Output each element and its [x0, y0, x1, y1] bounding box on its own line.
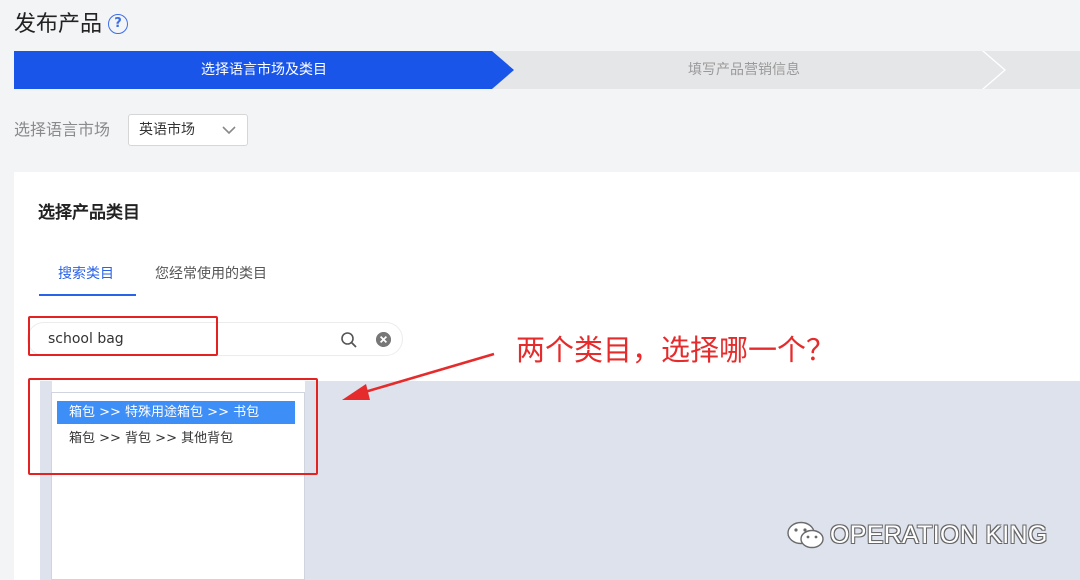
tab-frequently-used-category[interactable]: 您经常使用的类目 [155, 264, 267, 284]
help-icon[interactable]: ? [108, 14, 128, 34]
step-2-fill-marketing-info: 填写产品营销信息 [484, 51, 1004, 89]
step-1-select-market-category: 选择语言市场及类目 [14, 51, 514, 89]
tab-search-category[interactable]: 搜索类目 [58, 264, 114, 284]
market-select-value: 英语市场 [139, 122, 195, 138]
watermark-text: OPERATION KING [830, 521, 1048, 549]
annotation-highlight-results [28, 378, 318, 475]
page-title: 发布产品 [14, 12, 103, 37]
panel-title: 选择产品类目 [38, 203, 140, 223]
wechat-logo-icon [787, 521, 824, 549]
active-tab-underline [39, 294, 136, 296]
chevron-down-icon [222, 126, 236, 135]
market-select[interactable]: 英语市场 [128, 114, 248, 146]
annotation-question: 两个类目，选择哪一个？ [516, 333, 836, 367]
market-label: 选择语言市场 [14, 120, 111, 139]
annotation-highlight-search [28, 316, 218, 356]
annotation-arrow-icon [342, 352, 495, 400]
step-progress-bar: 选择语言市场及类目 填写产品营销信息 [14, 51, 1080, 89]
